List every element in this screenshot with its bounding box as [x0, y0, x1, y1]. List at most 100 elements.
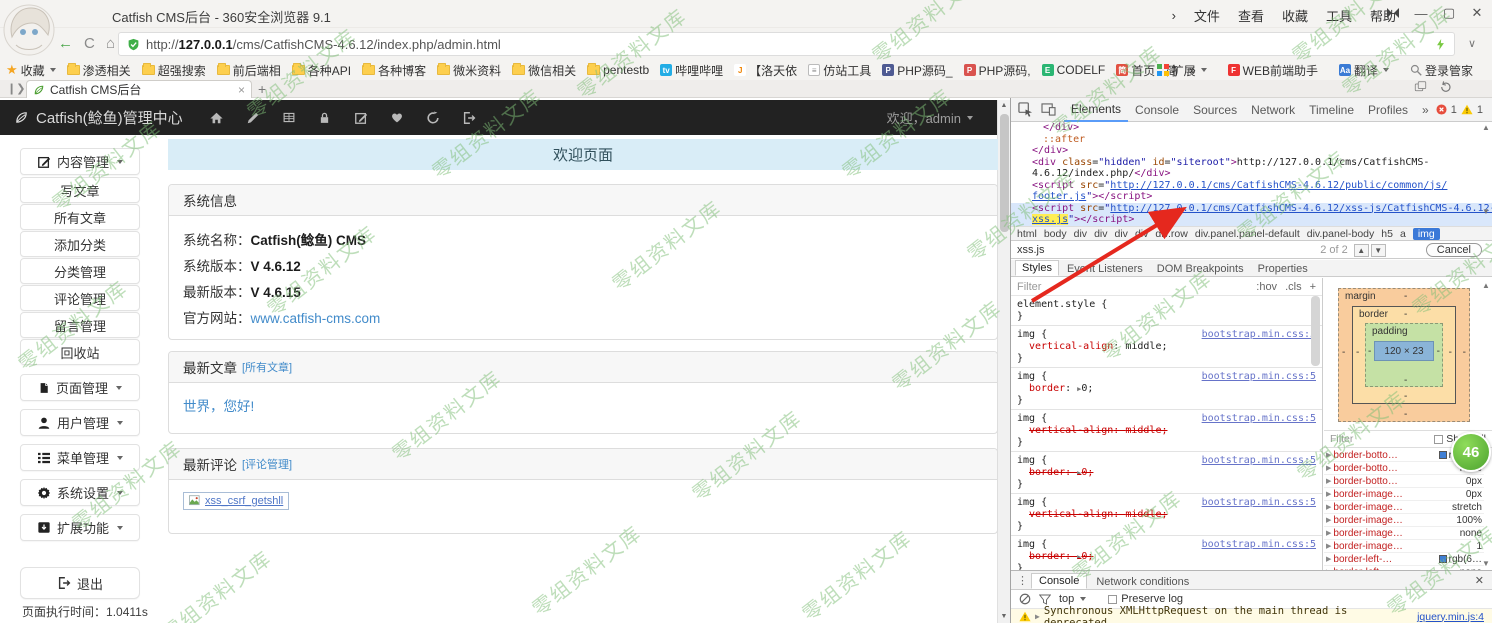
search-input[interactable]: xss.js: [1017, 244, 1045, 256]
styles-scrollbar[interactable]: [1311, 296, 1320, 366]
devtools-tab-profiles[interactable]: Profiles: [1361, 98, 1415, 122]
devtools-tab-console[interactable]: Console: [1128, 98, 1186, 122]
styles-toggle[interactable]: :hov: [1256, 281, 1277, 293]
bookmark-item[interactable]: 前后端相: [216, 62, 281, 79]
sidebar-group-系统设置[interactable]: 系统设置: [20, 479, 140, 506]
breadcrumb-h5[interactable]: h5: [1381, 228, 1393, 240]
bookmark-item[interactable]: 超强搜索: [141, 62, 206, 79]
bookmark-item[interactable]: P PHP源码,: [963, 62, 1031, 79]
drawer-menu-icon[interactable]: ⋮: [1017, 574, 1028, 587]
scroll-down-icon[interactable]: ▼: [998, 611, 1010, 623]
dom-row[interactable]: <script src="http://127.0.0.1/cms/Catfis…: [1011, 202, 1492, 214]
search-next-button[interactable]: ▼: [1370, 243, 1386, 257]
tab-close-icon[interactable]: ×: [238, 83, 245, 97]
home-icon[interactable]: ⌂: [106, 35, 115, 52]
bookmark-item[interactable]: E CODELF: [1041, 63, 1105, 77]
stylesheet-link[interactable]: bootstrap.min.css:5: [1202, 413, 1316, 425]
drawer-tab-console[interactable]: Console: [1031, 573, 1088, 589]
cms-brand[interactable]: Catfish(鲶鱼)管理中心: [14, 107, 183, 128]
devtools-tab-network[interactable]: Network: [1244, 98, 1302, 122]
error-badge-icon[interactable]: [1436, 104, 1447, 115]
url-input[interactable]: http://127.0.0.1/cms/CatfishCMS-4.6.12/i…: [118, 32, 1455, 56]
lightning-icon[interactable]: [1435, 37, 1446, 52]
welcome-admin-menu[interactable]: 欢迎，admin: [887, 108, 973, 127]
bookmark-item[interactable]: 渗透相关: [66, 62, 131, 79]
breadcrumb-div[interactable]: div: [1135, 228, 1148, 240]
devtools-tabs-overflow-icon[interactable]: »: [1415, 98, 1436, 122]
computed-property-row[interactable]: ▶ border-image… 1: [1324, 540, 1484, 553]
breadcrumb-html[interactable]: html: [1017, 228, 1037, 240]
bookmark-item[interactable]: P PHP源码_: [882, 62, 953, 79]
search-prev-button[interactable]: ▲: [1353, 243, 1369, 257]
tab-catfish-cms[interactable]: Catfish CMS后台 ×: [26, 80, 252, 98]
computed-property-row[interactable]: ▶ border-image… none: [1324, 527, 1484, 540]
comment-admin-link[interactable]: [评论管理]: [242, 456, 292, 472]
dom-row[interactable]: ::after: [1011, 134, 1492, 146]
dom-row[interactable]: <div class="hidden" id="siteroot">http:/…: [1011, 157, 1492, 169]
sidebar-item-留言管理[interactable]: 留言管理: [20, 312, 140, 338]
dom-row[interactable]: </div>: [1011, 145, 1492, 157]
sidebar-group-用户管理[interactable]: 用户管理: [20, 409, 140, 436]
broken-image[interactable]: xss_csrf_getshll: [183, 492, 290, 510]
bookmark-item[interactable]: pentestb: [587, 63, 649, 77]
sidebar-group-扩展功能[interactable]: 扩展功能: [20, 514, 140, 541]
dom-row[interactable]: <script src="http://127.0.0.1/cms/Catfis…: [1011, 180, 1492, 192]
css-property[interactable]: vertical-align: middle;: [1017, 425, 1316, 437]
warning-source-link[interactable]: jquery.min.js:4: [1417, 611, 1484, 623]
devtools-tab-sources[interactable]: Sources: [1186, 98, 1244, 122]
sidebar-item-添加分类[interactable]: 添加分类: [20, 231, 140, 257]
bookmark-item[interactable]: 微信相关: [512, 62, 576, 79]
menu-收藏[interactable]: 收藏: [1282, 6, 1308, 25]
search-cancel-button[interactable]: Cancel: [1425, 243, 1482, 257]
sidebar-item-评论管理[interactable]: 评论管理: [20, 285, 140, 311]
breadcrumb-body[interactable]: body: [1044, 228, 1067, 240]
css-property[interactable]: border: ▶0;: [1017, 467, 1316, 479]
minimize-button[interactable]: —: [1412, 4, 1430, 22]
style-rule[interactable]: img {bootstrap.min.css:5 border: ▶0;}: [1011, 536, 1322, 570]
article-link[interactable]: 世界，您好!: [183, 399, 254, 414]
toolbar-WEB前端助手[interactable]: F WEB前端助手: [1227, 62, 1318, 79]
new-tab-button[interactable]: +: [258, 81, 266, 97]
box-model-border[interactable]: border - - - - padding - - - 120 × 23: [1352, 306, 1456, 404]
drawer-tab-network-conditions[interactable]: Network conditions: [1089, 575, 1196, 589]
styles-filter-input[interactable]: Filter: [1017, 281, 1041, 293]
breadcrumb-div.panel.panel-default[interactable]: div.panel.panel-default: [1195, 228, 1300, 240]
expand-arrow-icon[interactable]: ▶: [1035, 612, 1040, 621]
navbar-home-icon[interactable]: [209, 110, 225, 126]
css-property[interactable]: border: ▶0;: [1017, 383, 1316, 395]
sidebar-group-页面管理[interactable]: 页面管理: [20, 374, 140, 401]
close-button[interactable]: ✕: [1468, 4, 1486, 22]
inspect-icon[interactable]: [1018, 102, 1033, 117]
box-model-margin[interactable]: margin - - - - border - - - - padding - …: [1338, 288, 1470, 422]
computed-scrollbar[interactable]: ▲ ▼: [1481, 280, 1491, 570]
navbar-lock-icon[interactable]: [317, 110, 333, 126]
bookmark-item[interactable]: tv 哔哩哔哩: [660, 62, 723, 79]
back-icon[interactable]: ←: [58, 35, 73, 52]
stylesheet-link[interactable]: bootstrap.min.css:5: [1202, 455, 1316, 467]
style-rule[interactable]: img {bootstrap.min.css:5 vertical-align: …: [1011, 326, 1322, 368]
styles-tab-styles[interactable]: Styles: [1015, 260, 1059, 276]
navbar-signout-icon[interactable]: [461, 110, 477, 126]
sidebar-item-写文章[interactable]: 写文章: [20, 177, 140, 203]
filter-funnel-icon[interactable]: [1039, 594, 1051, 605]
all-articles-link[interactable]: [所有文章]: [242, 359, 292, 375]
stylesheet-link[interactable]: bootstrap.min.css:5: [1202, 539, 1316, 551]
styles-tab-properties[interactable]: Properties: [1252, 262, 1314, 276]
official-site-link[interactable]: www.catfish-cms.com: [251, 311, 381, 326]
navbar-table-icon[interactable]: [281, 110, 297, 126]
breadcrumb-div[interactable]: div: [1115, 228, 1128, 240]
css-property[interactable]: border: ▶0;: [1017, 551, 1316, 563]
stylesheet-link[interactable]: bootstrap.min.css:5: [1202, 371, 1316, 383]
box-model-padding[interactable]: padding - - - 120 × 23: [1365, 323, 1443, 387]
sidebar-item-回收站[interactable]: 回收站: [20, 339, 140, 365]
dom-row[interactable]: footer.js"></script>: [1011, 191, 1492, 203]
styles-tab-event-listeners[interactable]: Event Listeners: [1061, 262, 1149, 276]
breadcrumb-div.row[interactable]: div.row: [1155, 228, 1187, 240]
breadcrumb-a[interactable]: a: [1400, 228, 1406, 240]
page-scrollbar[interactable]: ▲ ▼: [997, 100, 1010, 623]
stylesheet-link[interactable]: bootstrap.min.css:5: [1202, 497, 1316, 509]
bookmark-item[interactable]: 微米资料: [437, 62, 501, 79]
dom-row[interactable]: xss.js"></script>: [1011, 214, 1492, 226]
css-property[interactable]: vertical-align: middle;: [1017, 341, 1316, 353]
bookmarks-root-button[interactable]: ★ 收藏: [6, 62, 56, 79]
